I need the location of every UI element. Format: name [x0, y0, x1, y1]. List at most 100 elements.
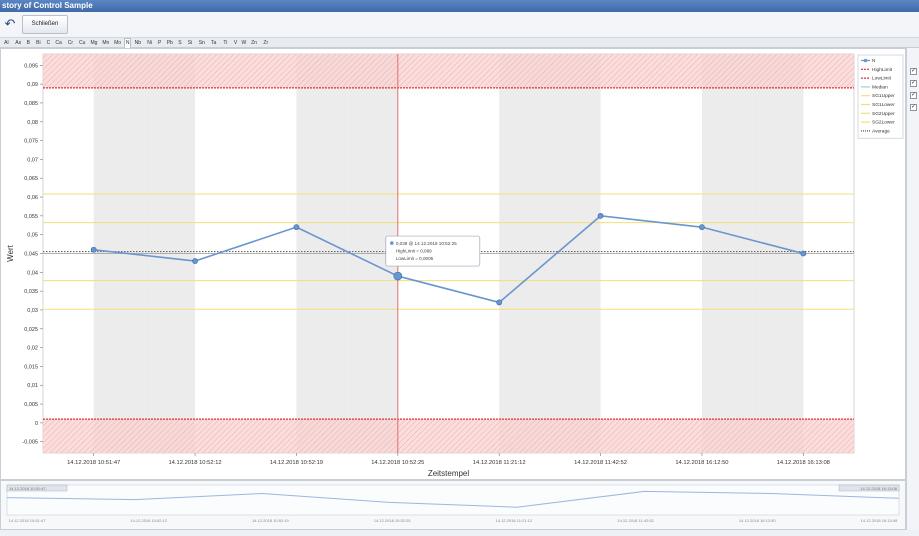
- tab-c[interactable]: C: [45, 39, 52, 48]
- navigator-end-label: 14.12.2018 16:13:08: [860, 486, 897, 491]
- y-tick-label: 0,06: [27, 195, 38, 201]
- title-bar: story of Control Sample: [0, 0, 919, 12]
- tab-n[interactable]: N: [124, 38, 132, 48]
- close-button[interactable]: Schließen: [22, 15, 68, 34]
- x-tick-label: 14.12.2018 11:21:12: [473, 460, 526, 466]
- x-tick-label: 14.12.2018 16:12:50: [675, 460, 728, 466]
- tab-mg[interactable]: Mg: [89, 39, 100, 48]
- y-tick-label: 0,015: [24, 364, 38, 370]
- legend-label: SG2Lower: [872, 120, 895, 126]
- series-toggle-checkbox[interactable]: ✓: [910, 104, 917, 111]
- tab-ta[interactable]: Ta: [208, 39, 219, 48]
- series-toggle-checkbox[interactable]: ✓: [910, 68, 917, 75]
- navigator-tick-label: 14.12.2018 10:52:12: [130, 518, 167, 523]
- y-tick-label: 0,05: [27, 233, 38, 239]
- tab-s[interactable]: S: [176, 39, 183, 48]
- navigator-tick-label: 14.12.2018 10:52:25: [374, 518, 411, 523]
- y-tick-label: 0,095: [24, 63, 38, 69]
- navigator-tick-label: 14.12.2018 10:51:47: [9, 518, 46, 523]
- y-tick-label: 0,065: [24, 176, 38, 182]
- window-title: story of Control Sample: [2, 1, 93, 10]
- tooltip-line: HighLimit = 0,089: [396, 249, 432, 254]
- tooltip-marker: [390, 241, 394, 245]
- y-tick-label: 0,025: [24, 327, 38, 333]
- series-toggle-checkbox[interactable]: ✓: [910, 92, 917, 99]
- tab-nb[interactable]: Nb: [132, 39, 143, 48]
- navigator-tick-label: 14.12.2018 16:12:50: [739, 518, 776, 523]
- tab-zn[interactable]: Zn: [249, 39, 260, 48]
- y-tick-label: 0,045: [24, 252, 38, 258]
- y-tick-label: 0,01: [27, 383, 38, 389]
- tab-bi[interactable]: Bi: [33, 39, 44, 48]
- low-limit-hatch: [43, 419, 854, 453]
- tab-zr[interactable]: Zr: [260, 39, 271, 48]
- legend-label: N: [872, 58, 876, 64]
- data-point[interactable]: [699, 224, 705, 231]
- navigator-start-label: 14.12.2018 10:51:47: [9, 486, 46, 491]
- tab-pb[interactable]: Pb: [164, 39, 175, 48]
- legend-label: HighLimit: [872, 67, 893, 73]
- y-tick-label: 0,055: [24, 214, 38, 220]
- high-limit-hatch: [43, 54, 854, 88]
- tab-mn[interactable]: Mn: [100, 39, 111, 48]
- x-tick-label: 14.12.2018 10:52:25: [371, 460, 424, 466]
- navigator-tick-label: 14.12.2018 11:21:12: [496, 518, 533, 523]
- tooltip-line: LowLimit = 0,0005: [396, 256, 434, 261]
- navigator-tick-label: 14.12.2018 16:13:08: [861, 518, 898, 523]
- navigator-plot: [6, 484, 900, 516]
- control-chart[interactable]: 0,095 0,09 0,085 0,08 0,075 0,07 0,065 0,06 0,05…: [1, 49, 907, 481]
- series-toggle-checkbox[interactable]: ✓: [910, 80, 917, 87]
- tab-v[interactable]: V: [232, 39, 239, 48]
- range-navigator[interactable]: 14.12.2018 10:51:47 14.12.2018 16:13:08 14…: [0, 480, 906, 530]
- data-point[interactable]: [90, 246, 97, 253]
- y-tick-label: 0,035: [24, 289, 38, 295]
- data-point[interactable]: [192, 258, 198, 264]
- data-point[interactable]: [800, 250, 807, 257]
- tab-si[interactable]: Si: [185, 39, 196, 48]
- tab-p[interactable]: P: [156, 39, 163, 48]
- data-point[interactable]: [496, 299, 503, 306]
- y-tick-label: 0,03: [27, 308, 38, 314]
- chart-panel: 0,095 0,09 0,085 0,08 0,075 0,07 0,065 0,06 0,05…: [0, 48, 906, 480]
- series-toggle-strip: ✓ ✓ ✓ ✓: [906, 48, 919, 530]
- toolbar: ↶ Schließen: [0, 12, 919, 38]
- tab-ti[interactable]: Ti: [220, 39, 231, 48]
- y-tick-label: 0,085: [24, 101, 38, 107]
- tab-b[interactable]: B: [25, 39, 32, 48]
- tab-al[interactable]: Al: [1, 39, 12, 48]
- y-tick-label: 0,09: [27, 82, 38, 88]
- y-axis-label: Wert: [6, 244, 15, 262]
- y-tick-label: 0,08: [27, 120, 38, 126]
- element-tab-strip: Al As B Bi C Ca Cr Cu Mg Mn Mo N Nb Ni P Pb S Si Sn Ta Ti V W Z…: [0, 38, 919, 48]
- data-point[interactable]: [393, 271, 403, 281]
- legend-label: Median: [872, 84, 888, 90]
- tab-ni[interactable]: Ni: [144, 39, 155, 48]
- x-tick-label: 14.12.2018 10:52:19: [270, 460, 323, 466]
- legend-label: SG1Upper: [872, 93, 895, 99]
- y-tick-label: 0,075: [24, 139, 38, 145]
- y-tick-label: 0: [35, 421, 38, 427]
- legend-label: Average: [872, 128, 890, 134]
- tab-as[interactable]: As: [13, 39, 24, 48]
- tab-w[interactable]: W: [240, 39, 247, 48]
- data-point[interactable]: [597, 212, 604, 219]
- legend-label: SG1Lower: [872, 102, 895, 108]
- legend-label: SG2Upper: [872, 111, 895, 117]
- data-point[interactable]: [293, 224, 300, 231]
- x-axis-label: Zeitstempel: [428, 469, 470, 478]
- tab-cu[interactable]: Cu: [77, 39, 88, 48]
- undo-arrow-icon[interactable]: ↶: [0, 14, 20, 34]
- navigator-chart[interactable]: 14.12.2018 10:51:47 14.12.2018 16:13:08 14…: [1, 481, 907, 531]
- navigator-tick-label: 14.12.2018 10:52:19: [252, 518, 289, 523]
- tab-cr[interactable]: Cr: [65, 39, 76, 48]
- y-tick-label: 0,07: [27, 157, 38, 163]
- legend-label: LowLimit: [872, 76, 892, 82]
- tab-sn[interactable]: Sn: [196, 39, 207, 48]
- y-tick-label: 0,04: [27, 270, 38, 276]
- tab-ca[interactable]: Ca: [53, 39, 64, 48]
- y-tick-label: 0,005: [24, 402, 38, 408]
- y-tick-label: -0,005: [22, 440, 38, 446]
- tab-mo[interactable]: Mo: [112, 39, 123, 48]
- x-tick-label: 14.12.2018 16:13:08: [777, 460, 830, 466]
- x-tick-label: 14.12.2018 11:42:52: [574, 460, 627, 466]
